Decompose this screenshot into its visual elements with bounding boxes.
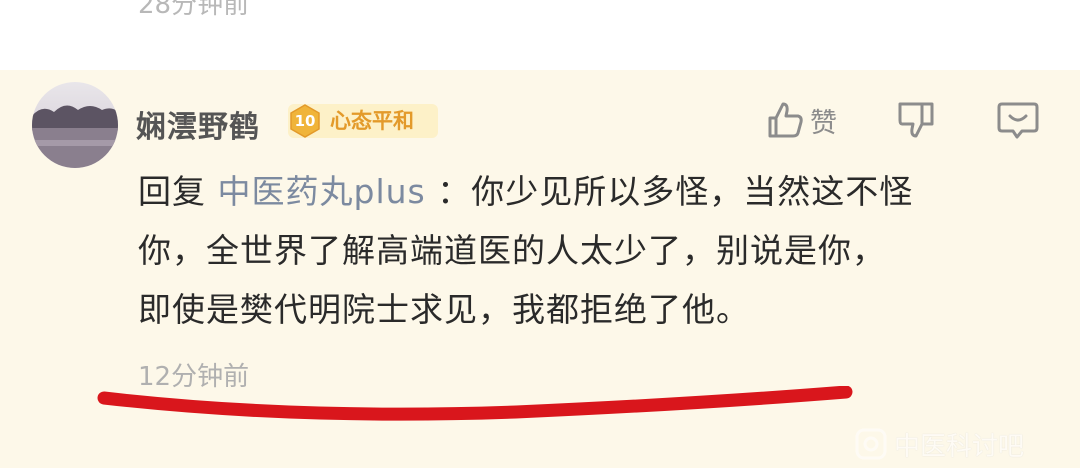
comment-bubble-icon: [997, 102, 1039, 139]
thumbs-down-icon: [898, 102, 934, 138]
dislike-button[interactable]: [896, 100, 936, 140]
like-button[interactable]: 赞: [766, 100, 837, 140]
reply-button[interactable]: [996, 100, 1040, 140]
comment-text: 回复 中医药丸plus ：你少见所以多怪，当然这不怪 你，全世界了解高端道医的人…: [138, 162, 1038, 339]
watermark: 中医科讨吧: [854, 420, 1080, 468]
reply-target-link[interactable]: 中医药丸plus: [218, 172, 426, 211]
comment-text-line-1: 你少见所以多怪，当然这不怪: [471, 172, 914, 211]
level-number: 10: [294, 112, 316, 130]
user-avatar[interactable]: [32, 82, 118, 168]
reply-separator: ：: [437, 172, 472, 211]
level-badge: 10 心态平和: [288, 104, 438, 138]
comment-text-line-2: 你，全世界了解高端道医的人太少了，别说是你，: [138, 231, 886, 270]
thumbs-up-icon: [768, 102, 803, 138]
comment-card: 娴澐野鹤 10 心态平和 赞 回复 中医药丸plus ：你少见所以多怪，当然这不…: [0, 70, 1080, 468]
like-label: 赞: [810, 107, 837, 139]
comment-text-line-3: 即使是樊代明院士求见，我都拒绝了他。: [138, 290, 750, 329]
badge-label: 心态平和: [330, 109, 414, 133]
watermark-logo-icon: [855, 428, 887, 460]
watermark-text: 中医科讨吧: [894, 431, 1025, 462]
username[interactable]: 娴澐野鹤: [136, 102, 260, 146]
previous-comment-timestamp: 28分钟前: [138, 0, 250, 20]
comment-line-1: 回复 中医药丸plus ：你少见所以多怪，当然这不怪: [138, 162, 1038, 221]
red-underline-annotation: [97, 386, 853, 421]
reply-prefix: 回复: [138, 172, 206, 211]
